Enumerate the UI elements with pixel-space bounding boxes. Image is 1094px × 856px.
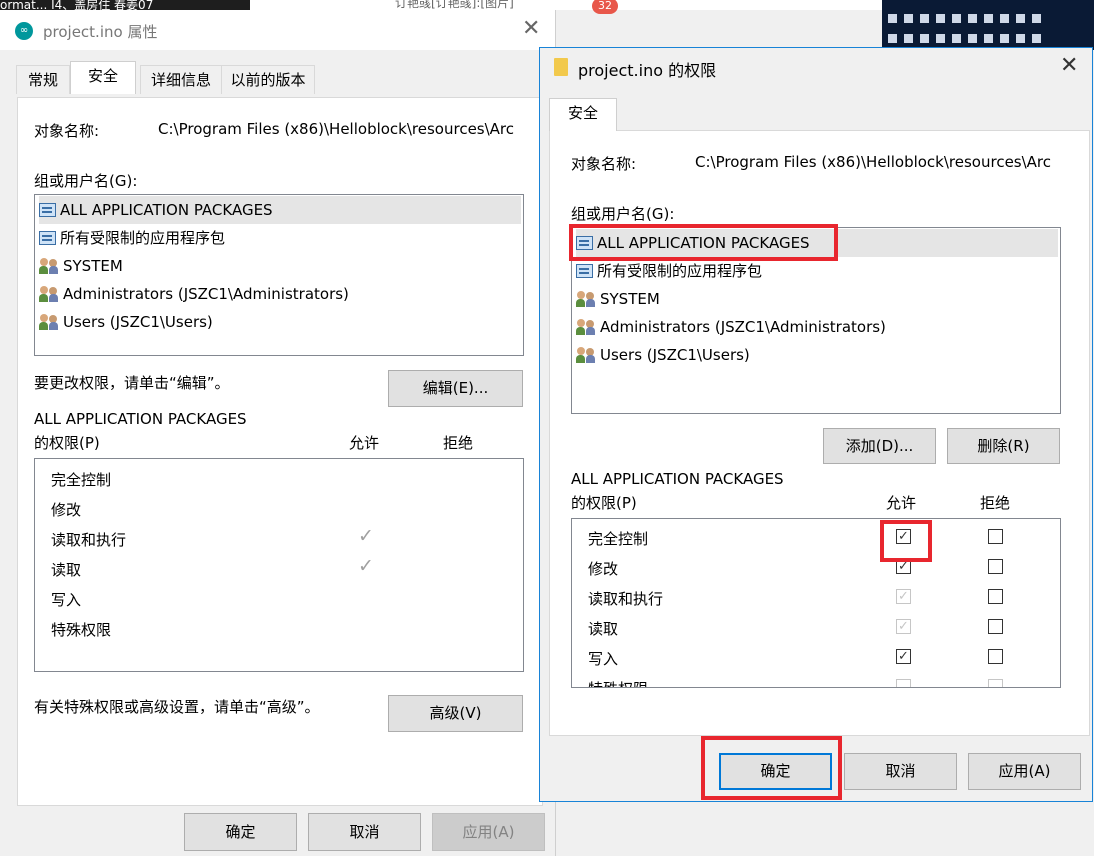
allow-checkbox: ✓ [896, 589, 911, 604]
tab-previous-versions[interactable]: 以前的版本 [221, 65, 315, 94]
close-icon[interactable]: ✕ [522, 16, 540, 41]
permissions-window: project.ino 的权限 ✕ 安全 对象名称: C:\Program Fi… [539, 47, 1093, 802]
tab-details[interactable]: 详细信息 [140, 65, 222, 94]
change-hint: 要更改权限，请单击“编辑”。 [34, 374, 230, 392]
object-name-value: C:\Program Files (x86)\Helloblock\resour… [158, 120, 515, 138]
highlight-box [880, 520, 932, 562]
apply-button[interactable]: 应用(A) [968, 753, 1081, 790]
deny-column-header: 拒绝 [443, 434, 474, 452]
background-desktop [882, 0, 1094, 50]
permissions-subtitle: 的权限(P) [571, 494, 637, 512]
add-button[interactable]: 添加(D)... [823, 428, 936, 464]
close-icon[interactable]: ✕ [1060, 53, 1078, 78]
users-icon [576, 319, 596, 335]
permission-name: 修改 [51, 501, 82, 519]
object-name-value: C:\Program Files (x86)\Helloblock\resour… [695, 153, 1052, 171]
users-icon [39, 258, 59, 274]
tab-general[interactable]: 常规 [16, 65, 70, 94]
allow-check-icon: ✓ [358, 525, 374, 547]
users-icon [576, 347, 596, 363]
list-item[interactable]: ALL APPLICATION PACKAGES [39, 196, 521, 224]
permission-name: 写入 [588, 650, 619, 668]
list-item[interactable]: Administrators (JSZC1\Administrators) [39, 280, 349, 308]
cancel-button[interactable]: 取消 [308, 813, 421, 851]
edit-button[interactable]: 编辑(E)... [388, 370, 523, 407]
permission-name: 完全控制 [588, 530, 649, 548]
allow-column-header: 允许 [349, 434, 380, 452]
tab-security[interactable]: 安全 [70, 61, 136, 94]
deny-checkbox[interactable] [988, 589, 1003, 604]
remove-button[interactable]: 删除(R) [947, 428, 1060, 464]
tab-security[interactable]: 安全 [549, 98, 617, 131]
permission-name: 特殊权限 [51, 621, 112, 639]
package-icon [39, 231, 56, 245]
properties-title: project.ino 属性 [43, 23, 158, 41]
list-item[interactable]: 所有受限制的应用程序包 [576, 257, 762, 285]
list-item[interactable]: 所有受限制的应用程序包 [39, 224, 225, 252]
advanced-button[interactable]: 高级(V) [388, 695, 523, 732]
advanced-hint: 有关特殊权限或高级设置，请单击“高级”。 [34, 698, 320, 716]
cancel-button[interactable]: 取消 [844, 753, 957, 790]
properties-window: ∞ project.ino 属性 ✕ 常规 安全 详细信息 以前的版本 对象名称… [0, 10, 556, 856]
deny-column-header: 拒绝 [980, 494, 1011, 512]
permission-name: 特殊权限 [588, 678, 648, 687]
permissions-title: ALL APPLICATION PACKAGES [571, 470, 784, 488]
permission-name: 修改 [588, 560, 619, 578]
allow-column-header: 允许 [886, 494, 917, 512]
permission-name: 读取 [51, 561, 82, 579]
list-item[interactable]: SYSTEM [39, 252, 123, 280]
group-label: 组或用户名(G): [571, 205, 675, 223]
permissions-title-bar: project.ino 的权限 [578, 61, 717, 80]
permission-name: 读取和执行 [51, 531, 127, 549]
apply-button[interactable]: 应用(A) [432, 813, 545, 851]
group-label: 组或用户名(G): [34, 172, 138, 190]
package-icon [39, 203, 56, 217]
allow-checkbox [896, 679, 911, 687]
permissions-panel: 对象名称: C:\Program Files (x86)\Helloblock\… [549, 130, 1090, 736]
notification-badge: 32 [592, 0, 618, 14]
ok-button[interactable]: 确定 [184, 813, 297, 851]
deny-checkbox[interactable] [988, 529, 1003, 544]
list-item[interactable]: Users (JSZC1\Users) [39, 308, 213, 336]
deny-checkbox[interactable] [988, 559, 1003, 574]
permissions-title: ALL APPLICATION PACKAGES [34, 410, 247, 428]
deny-checkbox[interactable] [988, 649, 1003, 664]
permission-name: 读取 [588, 620, 619, 638]
package-icon [576, 264, 593, 278]
permissions-list[interactable]: 完全控制 修改 读取和执行 ✓ 读取 ✓ 写入 特殊权限 [34, 458, 524, 672]
permission-name: 写入 [51, 591, 82, 609]
highlight-box [701, 736, 842, 800]
permission-name: 完全控制 [51, 471, 112, 489]
users-icon [39, 286, 59, 302]
users-icon [39, 314, 59, 330]
list-item[interactable]: Administrators (JSZC1\Administrators) [576, 313, 886, 341]
list-item[interactable]: SYSTEM [576, 285, 660, 313]
object-name-label: 对象名称: [571, 155, 637, 173]
object-name-label: 对象名称: [34, 122, 100, 140]
deny-checkbox [988, 679, 1003, 687]
users-icon [576, 291, 596, 307]
permission-name: 读取和执行 [588, 590, 664, 608]
highlight-box [569, 224, 838, 261]
file-icon [554, 58, 568, 76]
permissions-list[interactable]: 完全控制 ✓ 修改 ✓ 读取和执行 ✓ 读取 ✓ 写入 ✓ 特殊权限 ∧ ∨ [571, 518, 1061, 688]
permissions-subtitle: 的权限(P) [34, 434, 100, 452]
list-item[interactable]: Users (JSZC1\Users) [576, 341, 750, 369]
allow-checkbox: ✓ [896, 619, 911, 634]
security-panel: 对象名称: C:\Program Files (x86)\Helloblock\… [17, 97, 543, 806]
deny-checkbox[interactable] [988, 619, 1003, 634]
allow-checkbox[interactable]: ✓ [896, 649, 911, 664]
background-taskbar-text: ormat... I4、盖房住 春姜07 [0, 0, 250, 10]
arduino-icon: ∞ [15, 22, 33, 40]
allow-check-icon: ✓ [358, 555, 374, 577]
group-user-list[interactable]: ALL APPLICATION PACKAGES 所有受限制的应用程序包 SYS… [34, 194, 524, 356]
